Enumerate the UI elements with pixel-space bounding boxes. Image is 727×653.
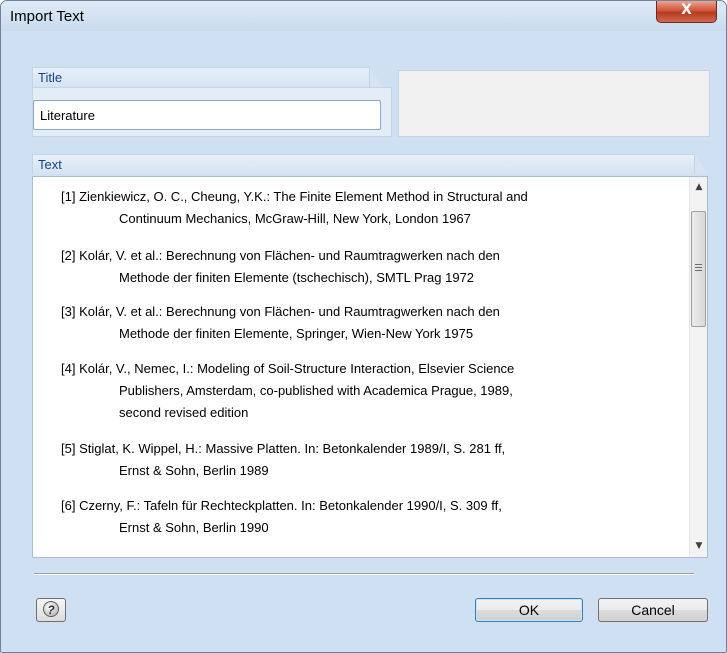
reference-line: [4] Kolár, V., Nemec, I.: Modeling of So…: [61, 361, 515, 376]
reference-line: Methode der finiten Elemente, Springer, …: [119, 326, 474, 341]
scroll-down-arrow-icon[interactable]: ▼: [690, 538, 707, 555]
reference-item: [4] Kolár, V., Nemec, I.: Modeling of So…: [61, 358, 688, 424]
reference-line: Ernst & Sohn, Berlin 1989: [119, 463, 269, 478]
text-content[interactable]: [1] Zienkiewicz, O. C., Cheung, Y.K.: Th…: [33, 177, 688, 557]
reference-line: second revised edition: [119, 405, 249, 420]
reference-line: Methode der finiten Elemente (tschechisc…: [119, 270, 475, 285]
title-group-header: Title: [32, 67, 370, 87]
reference-line: [6] Czerny, F.: Tafeln für Rechteckplatt…: [61, 498, 502, 513]
text-area[interactable]: [1] Zienkiewicz, O. C., Cheung, Y.K.: Th…: [32, 176, 708, 558]
reference-item: [6] Czerny, F.: Tafeln für Rechteckplatt…: [61, 495, 688, 539]
reference-item: [3] Kolár, V. et al.: Berechnung von Flä…: [61, 301, 688, 345]
help-icon: ?: [43, 601, 59, 617]
side-panel: [398, 70, 710, 137]
close-button[interactable]: X: [656, 1, 717, 23]
thumb-grip-line: [695, 264, 702, 265]
title-bar[interactable]: Import Text X: [1, 1, 726, 31]
window-title: Import Text: [10, 8, 84, 25]
reference-item: [1] Zienkiewicz, O. C., Cheung, Y.K.: Th…: [61, 186, 688, 230]
thumb-grip-line: [695, 270, 702, 271]
title-input[interactable]: [33, 100, 381, 130]
thumb-grip-line: [695, 267, 702, 268]
reference-line: [1] Zienkiewicz, O. C., Cheung, Y.K.: Th…: [61, 189, 528, 204]
vertical-scrollbar[interactable]: ▲ ▼: [689, 177, 707, 557]
text-group-tab-edge: [695, 154, 708, 174]
reference-line: [2] Kolár, V. et al.: Berechnung von Flä…: [61, 248, 500, 263]
title-group-tab-edge: [370, 67, 382, 87]
cancel-button[interactable]: Cancel: [598, 598, 708, 622]
reference-line: [5] Stiglat, K. Wippel, H.: Massive Plat…: [61, 441, 506, 456]
scrollbar-thumb[interactable]: [691, 211, 706, 327]
reference-line: [3] Kolár, V. et al.: Berechnung von Flä…: [61, 304, 500, 319]
reference-line: Continuum Mechanics, McGraw-Hill, New Yo…: [119, 211, 471, 226]
scroll-up-arrow-icon[interactable]: ▲: [690, 179, 707, 196]
reference-line: Ernst & Sohn, Berlin 1990: [119, 520, 269, 535]
button-divider: [34, 573, 694, 575]
reference-item: [5] Stiglat, K. Wippel, H.: Massive Plat…: [61, 438, 688, 482]
reference-item: [2] Kolár, V. et al.: Berechnung von Flä…: [61, 245, 688, 289]
text-group-header: Text: [32, 154, 695, 174]
reference-line: Publishers, Amsterdam, co-published with…: [119, 383, 513, 398]
title-group-label: Title: [38, 70, 63, 85]
close-icon: X: [681, 2, 692, 18]
help-button[interactable]: ?: [36, 598, 66, 622]
text-group-label: Text: [38, 157, 62, 172]
ok-button[interactable]: OK: [475, 598, 583, 622]
